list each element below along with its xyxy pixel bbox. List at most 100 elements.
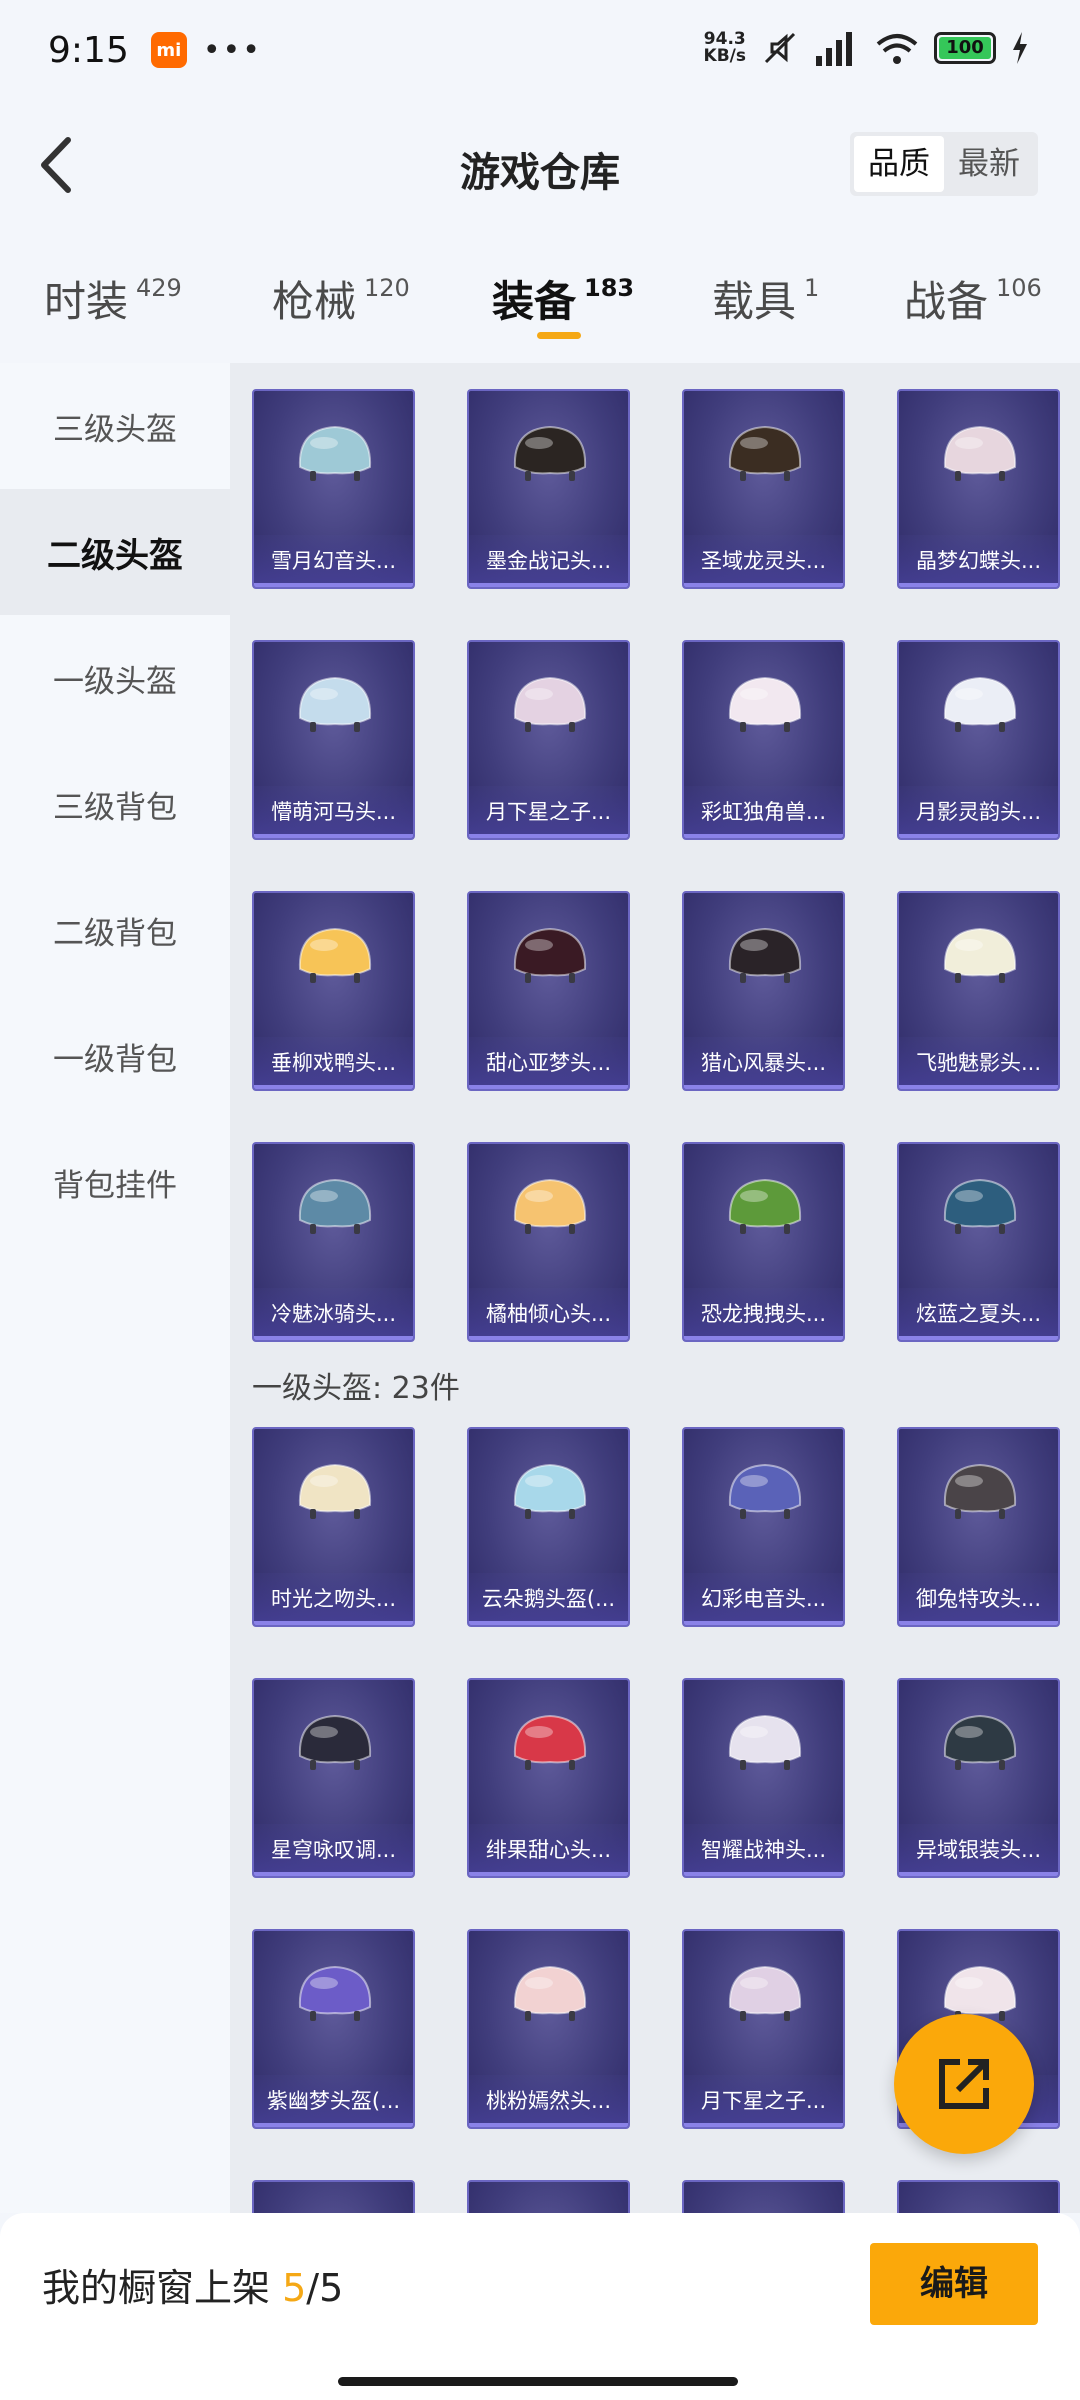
item-name: 桃粉嫣然头... xyxy=(469,2075,628,2127)
item-name: 智耀战神头... xyxy=(684,1824,843,1876)
item-card[interactable]: 云朵鹅头盔(... xyxy=(467,1427,630,1627)
helmet-icon xyxy=(728,1178,802,1234)
sidebar-item-backpack-pendant[interactable]: 背包挂件 xyxy=(0,1119,230,1245)
sidebar-item-level3-helmet[interactable]: 三级头盔 xyxy=(0,363,230,489)
item-card[interactable]: 甜心亚梦头... xyxy=(467,891,630,1091)
item-card[interactable]: 月下星之子... xyxy=(467,640,630,840)
item-name: 月下星之子... xyxy=(684,2075,843,2127)
rarity-bar xyxy=(684,1336,843,1340)
rarity-bar xyxy=(469,1872,628,1876)
rarity-bar xyxy=(899,1336,1058,1340)
helmet-icon xyxy=(298,1178,372,1234)
helmet-icon xyxy=(513,1965,587,2021)
item-card[interactable]: 晶梦幻蝶头... xyxy=(897,389,1060,589)
rarity-bar xyxy=(469,1336,628,1340)
item-card[interactable]: 猎心风暴头... xyxy=(682,891,845,1091)
item-card[interactable]: 星穹咏叹调... xyxy=(252,1678,415,1878)
item-name: 飞驰魅影头... xyxy=(899,1037,1058,1089)
tab-equipment[interactable]: 装备 183 xyxy=(492,268,634,329)
helmet-icon xyxy=(513,1714,587,1770)
helmet-icon xyxy=(513,425,587,481)
item-card[interactable]: 御兔特攻头... xyxy=(897,1427,1060,1627)
rarity-bar xyxy=(469,2123,628,2127)
helmet-icon xyxy=(943,1463,1017,1519)
rarity-bar xyxy=(469,834,628,838)
item-card[interactable]: 垂柳戏鸭头... xyxy=(252,891,415,1091)
item-card[interactable] xyxy=(252,2180,415,2213)
rarity-bar xyxy=(684,834,843,838)
rarity-bar xyxy=(899,1621,1058,1625)
item-card[interactable] xyxy=(467,2180,630,2213)
item-card[interactable]: 桃粉嫣然头... xyxy=(467,1929,630,2129)
item-name: 垂柳戏鸭头... xyxy=(254,1037,413,1089)
tab-weapons[interactable]: 枪械 120 xyxy=(272,268,410,329)
sidebar-item-level3-backpack[interactable]: 三级背包 xyxy=(0,741,230,867)
bottom-bar: 我的橱窗上架 5/5 编辑 xyxy=(0,2213,1080,2400)
sort-quality-button[interactable]: 品质 xyxy=(854,136,944,192)
battery-icon: 100 xyxy=(934,32,996,64)
item-name: 甜心亚梦头... xyxy=(469,1037,628,1089)
item-card[interactable]: 圣域龙灵头... xyxy=(682,389,845,589)
item-row: 时光之吻头... 云朵鹅头盔(... 幻彩电音头... 御兔特攻头... xyxy=(252,1427,1060,1627)
item-card[interactable]: 炫蓝之夏头... xyxy=(897,1142,1060,1342)
helmet-icon xyxy=(943,1178,1017,1234)
item-card[interactable]: 紫幽梦头盔(... xyxy=(252,1929,415,2129)
item-card[interactable]: 墨金战记头... xyxy=(467,389,630,589)
sidebar-item-level1-backpack[interactable]: 一级背包 xyxy=(0,993,230,1119)
share-icon xyxy=(939,2059,989,2109)
sidebar-item-level2-backpack[interactable]: 二级背包 xyxy=(0,867,230,993)
status-time: 9:15 xyxy=(48,29,129,71)
status-icons: 94.3 KB/s 100 xyxy=(704,28,1030,68)
home-indicator[interactable] xyxy=(338,2377,738,2386)
item-card[interactable] xyxy=(682,2180,845,2213)
item-card[interactable]: 雪月幻音头... xyxy=(252,389,415,589)
item-grid: 一级头盔: 23件 雪月幻音头... 墨金战记头... 圣域龙灵头... 晶梦幻蝶头.… xyxy=(230,363,1080,2213)
sort-latest-button[interactable]: 最新 xyxy=(944,136,1034,192)
item-card[interactable]: 时光之吻头... xyxy=(252,1427,415,1627)
rarity-bar xyxy=(254,2123,413,2127)
item-name: 彩虹独角兽... xyxy=(684,786,843,838)
item-name: 绯果甜心头... xyxy=(469,1824,628,1876)
item-card[interactable]: 绯果甜心头... xyxy=(467,1678,630,1878)
item-card[interactable]: 冷魅冰骑头... xyxy=(252,1142,415,1342)
item-card[interactable]: 懵萌河马头... xyxy=(252,640,415,840)
edit-button[interactable]: 编辑 xyxy=(870,2243,1038,2325)
rarity-bar xyxy=(469,583,628,587)
item-card[interactable]: 恐龙拽拽头... xyxy=(682,1142,845,1342)
helmet-icon xyxy=(298,1463,372,1519)
category-tabs: 时装 429 枪械 120 装备 183 载具 1 战备 106 xyxy=(0,250,1080,340)
helmet-icon xyxy=(943,927,1017,983)
item-card[interactable]: 智耀战神头... xyxy=(682,1678,845,1878)
item-name: 异域银装头... xyxy=(899,1824,1058,1876)
rarity-bar xyxy=(254,1336,413,1340)
item-card[interactable]: 橘柚倾心头... xyxy=(467,1142,630,1342)
sidebar-item-level1-helmet[interactable]: 一级头盔 xyxy=(0,615,230,741)
rarity-bar xyxy=(254,583,413,587)
item-card[interactable]: 彩虹独角兽... xyxy=(682,640,845,840)
helmet-icon xyxy=(298,425,372,481)
item-row: 垂柳戏鸭头... 甜心亚梦头... 猎心风暴头... 飞驰魅影头... xyxy=(252,891,1060,1091)
status-bar: 9:15 mi ••• 94.3 KB/s 100 xyxy=(0,0,1080,100)
helmet-icon xyxy=(513,676,587,732)
share-fab-button[interactable] xyxy=(894,2014,1034,2154)
sidebar-item-level2-helmet[interactable]: 二级头盔 xyxy=(0,489,230,615)
mute-icon xyxy=(764,32,796,64)
item-card[interactable]: 月下星之子... xyxy=(682,1929,845,2129)
helmet-icon xyxy=(728,1714,802,1770)
item-card[interactable] xyxy=(897,2180,1060,2213)
item-name: 墨金战记头... xyxy=(469,535,628,587)
item-card[interactable]: 幻彩电音头... xyxy=(682,1427,845,1627)
item-name: 懵萌河马头... xyxy=(254,786,413,838)
tab-fashion[interactable]: 时装 429 xyxy=(44,268,182,329)
tab-vehicles[interactable]: 载具 1 xyxy=(712,268,819,329)
item-name: 猎心风暴头... xyxy=(684,1037,843,1089)
tab-supplies[interactable]: 战备 106 xyxy=(904,268,1042,329)
item-card[interactable]: 月影灵韵头... xyxy=(897,640,1060,840)
rarity-bar xyxy=(684,583,843,587)
rarity-bar xyxy=(684,2123,843,2127)
item-card[interactable]: 飞驰魅影头... xyxy=(897,891,1060,1091)
item-name: 月影灵韵头... xyxy=(899,786,1058,838)
item-card[interactable]: 异域银装头... xyxy=(897,1678,1060,1878)
item-name: 云朵鹅头盔(... xyxy=(469,1573,628,1625)
header: 游戏仓库 品质 最新 xyxy=(0,110,1080,220)
